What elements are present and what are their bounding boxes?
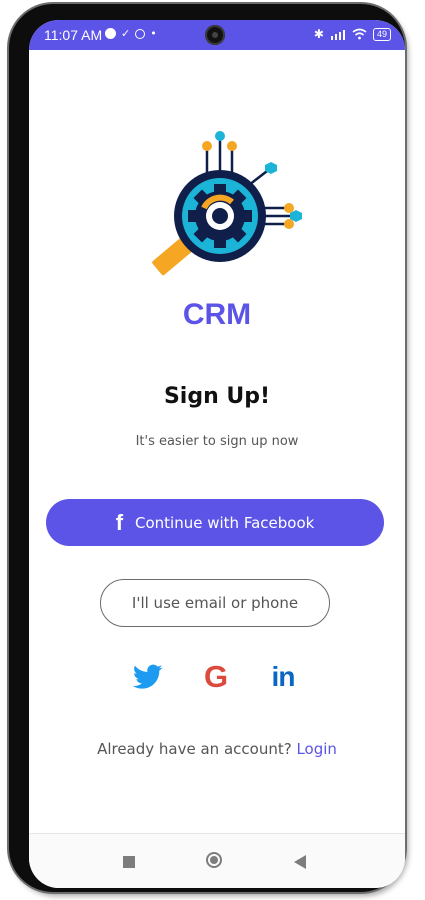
bluetooth-icon: ✱: [313, 27, 324, 41]
page-subtitle: It's easier to sign up now: [135, 434, 299, 449]
screen: 11:07 AM ✓ • ✱ 49 CRM Sign Up! It's easi…: [29, 20, 405, 888]
login-link[interactable]: Login: [296, 740, 336, 758]
login-prompt: Already have an account? Login: [29, 740, 405, 758]
notification-badge-icon: [135, 28, 146, 39]
notification-icons: ✓ •: [105, 27, 157, 40]
social-login-row: G in: [29, 659, 405, 694]
google-icon: G: [203, 659, 229, 694]
whatsapp-icon: [105, 28, 116, 39]
system-icons: ✱ 49: [314, 27, 391, 41]
linkedin-login-button[interactable]: in: [266, 660, 300, 694]
system-nav-bar: [29, 833, 405, 888]
continue-with-facebook-button[interactable]: f Continue with Facebook: [46, 499, 384, 546]
facebook-button-label: Continue with Facebook: [135, 513, 315, 532]
have-account-text: Already have an account?: [97, 740, 292, 758]
crm-logo: [152, 131, 302, 276]
back-button[interactable]: [294, 855, 306, 869]
email-button-label: I'll use email or phone: [131, 594, 299, 612]
email-or-phone-button[interactable]: I'll use email or phone: [100, 579, 330, 627]
recent-apps-button[interactable]: [123, 856, 135, 868]
status-bar: 11:07 AM ✓ • ✱ 49: [29, 20, 405, 50]
home-button[interactable]: [206, 852, 222, 868]
page-title: Sign Up!: [163, 384, 271, 409]
battery-icon: 49: [372, 27, 391, 41]
dot-icon: •: [150, 27, 157, 40]
signal-icon: [330, 29, 345, 40]
twitter-icon: [133, 664, 163, 689]
phone-frame: 11:07 AM ✓ • ✱ 49 CRM Sign Up! It's easi…: [9, 4, 405, 892]
front-camera: [205, 25, 225, 45]
google-login-button[interactable]: G: [199, 659, 233, 694]
status-time: 11:07 AM: [44, 27, 103, 43]
linkedin-icon: in: [271, 661, 296, 692]
wifi-icon: [352, 28, 367, 40]
download-done-icon: ✓: [121, 27, 131, 40]
twitter-login-button[interactable]: [131, 660, 165, 694]
facebook-icon: f: [115, 509, 124, 535]
app-title: CRM: [182, 298, 252, 331]
